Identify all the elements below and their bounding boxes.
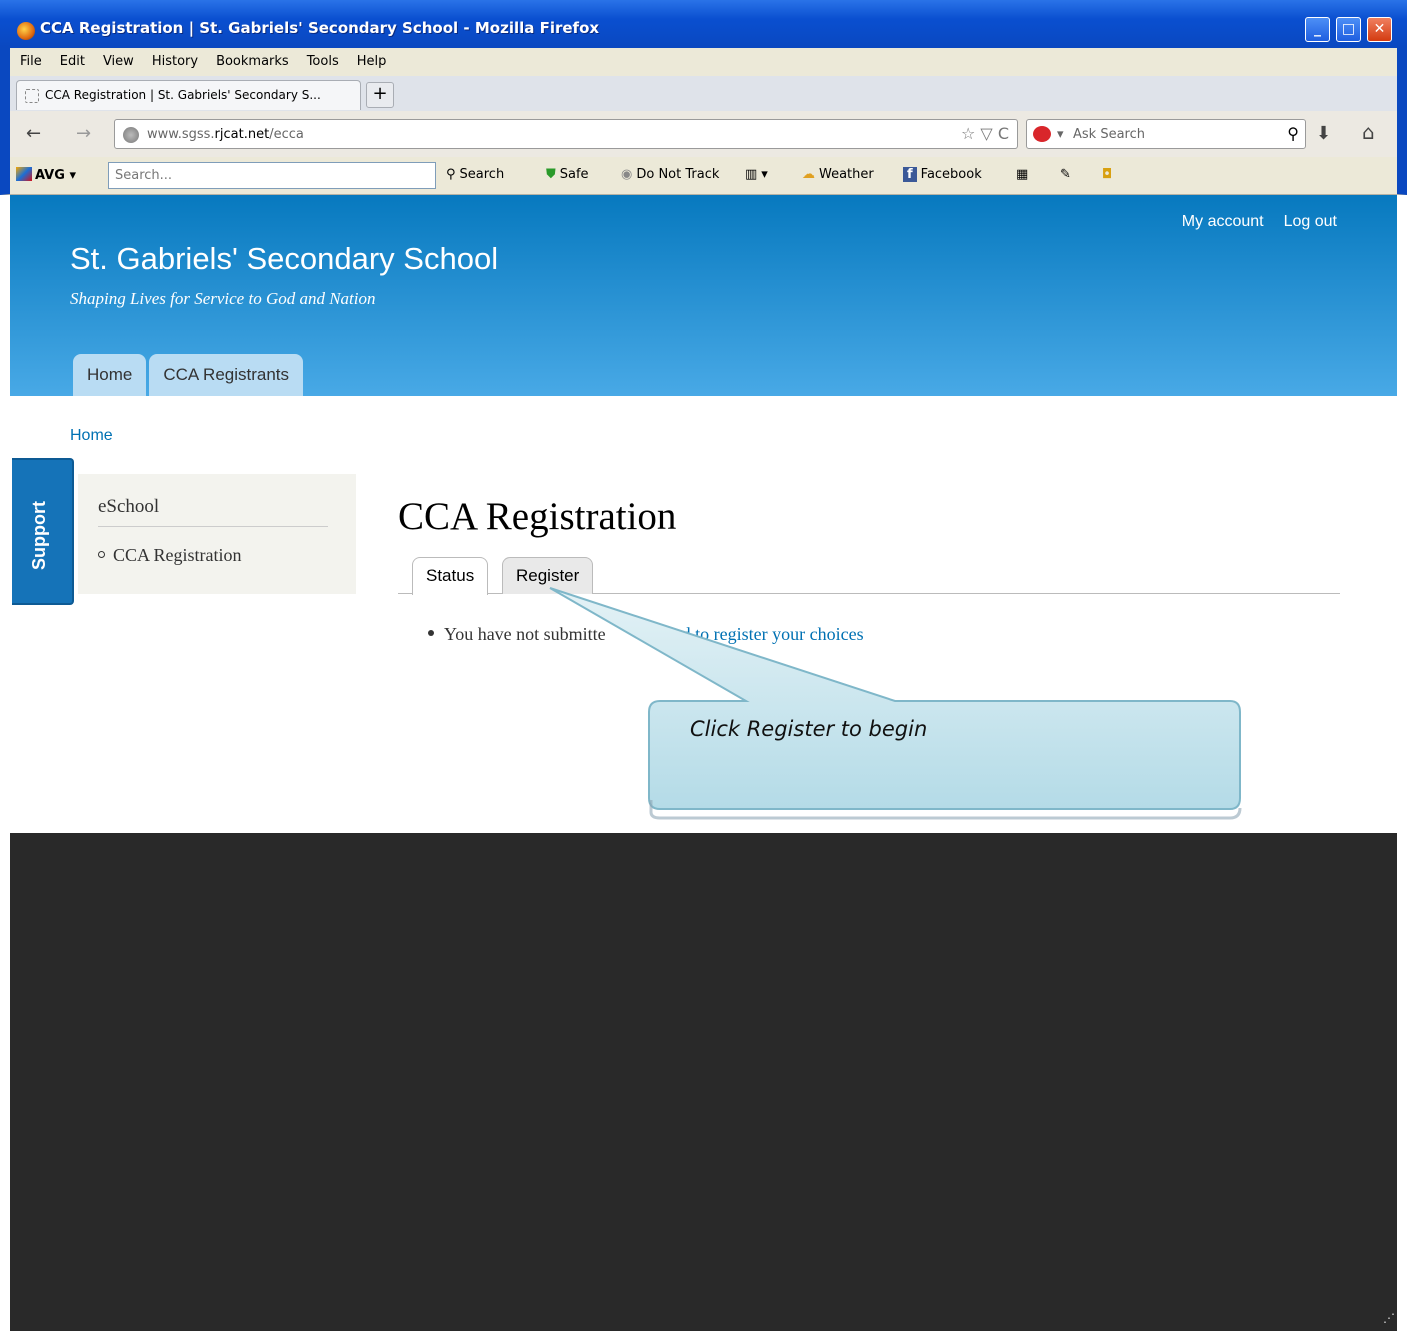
- callout-shape: [549, 587, 1242, 820]
- resize-grip-icon[interactable]: ⋰: [1383, 1311, 1395, 1325]
- callout-text: Click Register to begin: [690, 717, 928, 741]
